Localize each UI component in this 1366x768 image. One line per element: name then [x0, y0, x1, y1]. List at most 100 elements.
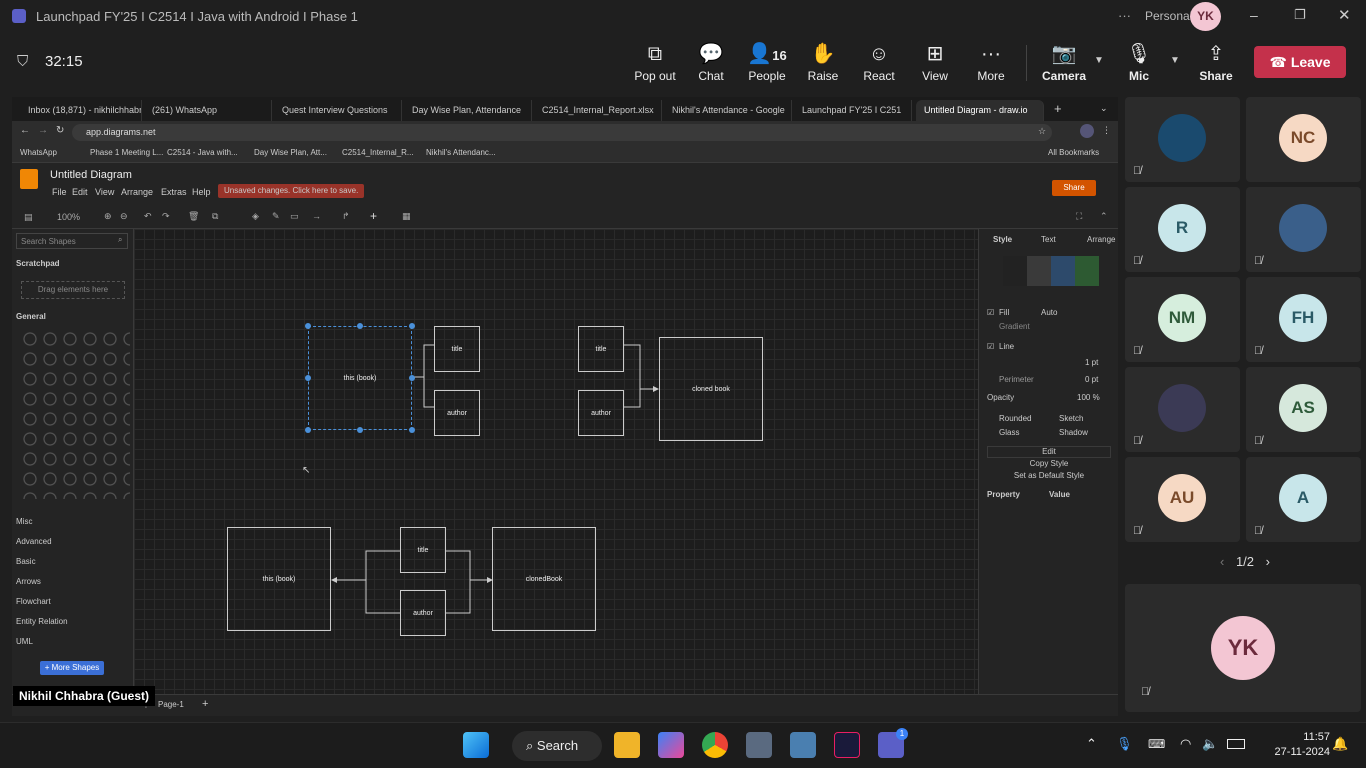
- section-advanced[interactable]: Advanced: [16, 537, 52, 546]
- general-header[interactable]: General: [16, 312, 46, 321]
- menu-edit[interactable]: Edit: [72, 187, 88, 197]
- keyboard-icon[interactable]: ⌨: [1148, 737, 1165, 751]
- diagram-canvas[interactable]: this (book) title author title author cl…: [134, 229, 978, 694]
- back-icon[interactable]: ←: [20, 125, 30, 136]
- participant-tile[interactable]: NC: [1246, 97, 1361, 182]
- resize-handle[interactable]: [357, 427, 363, 433]
- new-tab-icon[interactable]: +: [1054, 101, 1062, 116]
- shape-author[interactable]: author: [578, 390, 624, 436]
- format-panel-toggle-icon[interactable]: ▤: [24, 212, 33, 223]
- browser-tab[interactable]: Nikhil's Attendance - Google: [664, 100, 792, 121]
- raise-hand-button[interactable]: ✋ Raise: [798, 41, 848, 87]
- photos-icon[interactable]: [790, 732, 816, 758]
- more-button[interactable]: ··· More: [966, 41, 1016, 87]
- account-label[interactable]: Personal: [1145, 9, 1192, 23]
- waypoints-icon[interactable]: ↱: [342, 211, 350, 222]
- view-button[interactable]: ⊞ View: [910, 41, 960, 87]
- mic-button[interactable]: 🎙 Mic: [1114, 41, 1164, 87]
- fill-color-icon[interactable]: ◈: [252, 211, 259, 222]
- browser-menu-icon[interactable]: ⋮: [1102, 125, 1111, 136]
- battery-icon[interactable]: [1227, 739, 1245, 749]
- menu-file[interactable]: File: [52, 187, 67, 197]
- browser-tab[interactable]: Inbox (18,871) - nikhilchhabra: [20, 100, 142, 121]
- tab-text[interactable]: Text: [1041, 235, 1056, 244]
- chrome-icon[interactable]: [702, 732, 728, 758]
- to-front-icon[interactable]: ⧉: [212, 211, 218, 222]
- participant-tile[interactable]: 🎙̸: [1125, 367, 1240, 452]
- opacity-input[interactable]: 100 %: [1077, 393, 1100, 402]
- camera-button[interactable]: 📷 Camera: [1039, 41, 1089, 87]
- close-icon[interactable]: ✕: [1338, 6, 1351, 24]
- shape-title[interactable]: title: [434, 326, 480, 372]
- line-checkbox[interactable]: ☑: [987, 342, 994, 351]
- section-misc[interactable]: Misc: [16, 517, 32, 526]
- participant-tile[interactable]: 🎙̸: [1246, 187, 1361, 272]
- sketch-checkbox[interactable]: Sketch: [1059, 414, 1083, 423]
- drawio-share-button[interactable]: Share: [1052, 180, 1096, 196]
- copy-style-button[interactable]: Copy Style: [987, 459, 1111, 468]
- line-color-icon[interactable]: ✎: [272, 211, 280, 222]
- browser-tab[interactable]: (261) WhatsApp: [144, 100, 272, 121]
- add-page-icon[interactable]: +: [202, 698, 208, 710]
- address-bar[interactable]: app.diagrams.net: [72, 124, 1052, 141]
- resize-handle[interactable]: [409, 375, 415, 381]
- table-icon[interactable]: ▦: [402, 211, 411, 222]
- scratchpad-dropzone[interactable]: Drag elements here: [21, 281, 125, 299]
- shape-title[interactable]: title: [400, 527, 446, 573]
- gradient-label[interactable]: Gradient: [999, 322, 1030, 331]
- settings-icon[interactable]: [746, 732, 772, 758]
- line-width-input[interactable]: 1 pt: [1085, 358, 1098, 367]
- shadow-checkbox[interactable]: Shadow: [1059, 428, 1088, 437]
- resize-handle[interactable]: [305, 323, 311, 329]
- bookmark-star-icon[interactable]: ☆: [1038, 126, 1046, 137]
- tab-search-chevron-icon[interactable]: ⌄: [1100, 103, 1108, 114]
- section-flowchart[interactable]: Flowchart: [16, 597, 51, 606]
- section-uml[interactable]: UML: [16, 637, 33, 646]
- shape-this-book[interactable]: this (book): [227, 527, 331, 631]
- unsaved-changes-notice[interactable]: Unsaved changes. Click here to save.: [218, 184, 365, 198]
- participant-tile[interactable]: FH 🎙̸: [1246, 277, 1361, 362]
- zoom-out-icon[interactable]: ⊖: [120, 211, 128, 222]
- search-shapes-input[interactable]: Search Shapes: [16, 233, 128, 249]
- browser-tab[interactable]: Launchpad FY'25 I C251: [794, 100, 912, 121]
- collapse-icon[interactable]: ⌃: [1100, 211, 1108, 222]
- copilot-icon[interactable]: [658, 732, 684, 758]
- profile-icon[interactable]: [1080, 124, 1094, 138]
- edit-style-select[interactable]: Edit: [987, 446, 1111, 458]
- bookmark-item[interactable]: Nikhil's Attendanc...: [426, 148, 496, 157]
- windows-start-icon[interactable]: [463, 732, 489, 758]
- fullscreen-icon[interactable]: ⛶: [1076, 211, 1082, 222]
- delete-icon[interactable]: 🗑: [188, 211, 199, 222]
- resize-handle[interactable]: [305, 375, 311, 381]
- participant-tile[interactable]: A 🎙̸: [1246, 457, 1361, 542]
- chat-button[interactable]: 💬 Chat: [686, 41, 736, 87]
- participant-tile[interactable]: R 🎙̸: [1125, 187, 1240, 272]
- redo-icon[interactable]: ↷: [162, 211, 170, 222]
- set-default-style-button[interactable]: Set as Default Style: [987, 471, 1111, 480]
- perimeter-input[interactable]: 0 pt: [1085, 375, 1098, 384]
- browser-tab[interactable]: C2514_Internal_Report.xlsx: [534, 100, 662, 121]
- shape-cloned-book[interactable]: clonedBook: [492, 527, 596, 631]
- participant-tile[interactable]: AS 🎙̸: [1246, 367, 1361, 452]
- shape-author[interactable]: author: [400, 590, 446, 636]
- popout-button[interactable]: ⧉ Pop out: [630, 41, 680, 87]
- diagram-title[interactable]: Untitled Diagram: [50, 169, 132, 181]
- react-button[interactable]: ☺ React: [854, 41, 904, 87]
- people-button[interactable]: 👤16 People: [742, 41, 792, 87]
- general-shapes-palette[interactable]: [20, 329, 130, 499]
- taskbar-search[interactable]: ⌕ Search: [512, 731, 602, 761]
- resize-handle[interactable]: [357, 323, 363, 329]
- camera-options-chevron-icon[interactable]: ▼: [1094, 55, 1104, 66]
- shape-this-book-selected[interactable]: this (book): [308, 326, 412, 430]
- reload-icon[interactable]: ↻: [56, 125, 64, 136]
- microphone-in-use-icon[interactable]: 🎙: [1116, 736, 1133, 752]
- fill-select[interactable]: Auto: [1041, 308, 1057, 317]
- resize-handle[interactable]: [409, 323, 415, 329]
- forward-icon[interactable]: →: [38, 125, 48, 136]
- scratchpad-header[interactable]: Scratchpad: [16, 259, 60, 268]
- shape-title[interactable]: title: [578, 326, 624, 372]
- menu-arrange[interactable]: Arrange: [121, 187, 153, 197]
- resize-handle[interactable]: [305, 427, 311, 433]
- connection-icon[interactable]: →: [312, 211, 321, 221]
- tab-arrange[interactable]: Arrange: [1087, 235, 1115, 244]
